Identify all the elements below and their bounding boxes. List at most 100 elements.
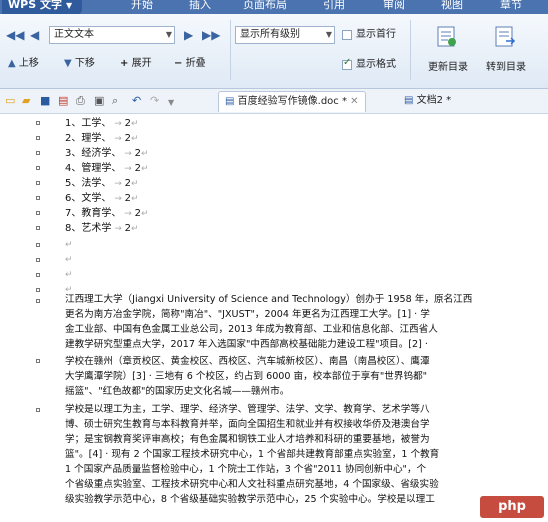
plus-icon: + [120,58,129,69]
paragraph-mark-icon: ↵ [141,164,149,174]
redo-icon[interactable]: ↷ [150,94,159,107]
list-item: 5、法学、 → 2↵ [0,176,548,191]
tab-doc-1[interactable]: ▤ 百度经验写作镜像.doc * ✕ [218,91,366,112]
paragraph-line: 篮"。[4] · 现有 2 个国家工程技术研究中心，1 个省部共建教育部重点实验… [65,449,440,460]
bullet-icon [36,166,40,170]
menu-tab-0[interactable]: 开始 [131,0,153,13]
list-item: 8、艺术学 → 2↵ [0,221,548,236]
list-item-label: 5、法学、 [65,178,112,189]
document-area[interactable]: 1、工学、 → 2↵ 2、理学、 → 2↵ 3、经济学、 → 2↵ 4、管理学、… [0,114,548,522]
menu-tab-1[interactable]: 插入 [189,0,211,13]
paragraph-mark-icon: ↵ [65,270,73,280]
paragraph-line: 1 个国家产品质量监督检验中心，1 个院士工作站，3 个省"2011 协同创新中… [65,464,427,475]
goto-toc-button[interactable]: 转到目录 [478,20,534,82]
paragraph-line: 学；是宝钢教育奖评审高校；有色金属和钢铁工业人才培养和科研的重要基地，被誉为 [65,434,430,445]
print-icon[interactable]: ⎙ [76,94,85,107]
list-item: 3、经济学、 → 2↵ [0,146,548,161]
new-doc-icon[interactable]: ▭ [5,94,15,107]
bullet-icon [36,121,40,125]
list-item: 7、教育学、 → 2↵ [0,206,548,221]
list-item-label: 1、工学、 [65,118,112,129]
show-format-label: 显示格式 [356,59,396,70]
list-item-label: 6、文学、 [65,193,112,204]
bullet-icon [36,408,40,412]
bullet-icon [36,359,40,363]
menu-tab-3[interactable]: 引用 [323,0,345,13]
menu-tab-5[interactable]: 视图 [441,0,463,13]
arrow-right-icon[interactable]: ▶ [184,29,193,41]
level-combo-value: 显示所有级别 [240,29,300,40]
menu-tab-6[interactable]: 章节 [500,0,522,13]
paragraph-mark-icon: ↵ [131,194,139,204]
paragraph-line: 博、硕士研究生教育与本科教育并举，面向全国招生和就业并有权接收华侨及港澳台学 [65,419,430,430]
demote-button[interactable]: ▼ 下移 [64,58,95,70]
collapse-button[interactable]: − 折叠 [174,58,206,70]
expand-button[interactable]: + 展开 [120,58,152,70]
paragraph-line: 学校在赣州（章贡校区、黄金校区、西校区、汽车城新校区）、南昌（南昌校区）、鹰潭 [65,356,430,367]
bullet-icon [36,151,40,155]
export-pdf-icon[interactable]: ▤ [58,94,68,107]
word-doc-icon: ▤ [225,96,235,107]
chevron-down-icon: ▼ [65,1,73,10]
ribbon-outline: ◀◀ ◀ 正文文本 ▼ ▶ ▶▶ ▲ 上移 ▼ 下移 + 展开 − 折叠 显示所… [0,14,548,89]
minus-icon: − [174,58,183,69]
tab-doc-2-label: 文档2 * [416,95,452,106]
list-item-text: 2、理学、 → 2↵ [65,131,139,147]
paragraph-mark-icon: ↵ [141,149,149,159]
paragraph-mark-icon: ↵ [131,224,139,234]
list-item-text: 6、文学、 → 2↵ [65,191,139,207]
goto-toc-icon [495,26,516,47]
menu-tab-4[interactable]: 审阅 [383,0,405,13]
tab-arrow-icon: → [121,149,135,159]
list-item-text: 5、法学、 → 2↵ [65,176,139,192]
tab-doc-2[interactable]: ▤ 文档2 * [404,91,451,111]
arrow-left-icon[interactable]: ◀ [30,29,39,41]
open-folder-icon[interactable]: ▰ [22,94,30,107]
bullet-icon [36,243,40,247]
watermark-logo: php [480,496,544,518]
empty-line: ↵ [0,253,548,268]
bullet-icon [36,196,40,200]
bullet-icon [36,211,40,215]
undo-icon[interactable]: ↶ [132,94,141,107]
bullet-icon [36,273,40,277]
arrow-down-icon: ▼ [64,58,72,69]
print-preview-icon[interactable]: ▣ [94,94,104,107]
tab-arrow-icon: → [111,134,125,144]
paragraph-mark-icon: ↵ [141,209,149,219]
paragraph-mark-icon: ↵ [131,179,139,189]
list-item-text: 3、经济学、 → 2↵ [65,146,149,162]
empty-line: ↵ [0,268,548,283]
list-item: 1、工学、 → 2↵ [0,116,548,131]
update-toc-button[interactable]: 更新目录 [420,20,476,82]
paragraph-mark-icon: ↵ [131,119,139,129]
format-painter-icon[interactable]: ⌕ [112,94,118,107]
tab-arrow-icon: → [111,194,125,204]
paragraph-line: 学校是以理工为主，工学、理学、经济学、管理学、法学、文学、教育学、艺术学等八 [65,404,430,415]
level-combo[interactable]: 显示所有级别 ▼ [235,26,335,44]
paragraph-line: 更名为南方冶金学院，简称"南冶"、"JXUST"，2004 年更名为江西理工大学… [65,309,430,320]
app-menu-button[interactable]: WPS 文字 ▼ [2,0,83,14]
promote-button[interactable]: ▲ 上移 [8,58,39,70]
save-icon[interactable]: ■ [40,94,50,107]
paragraph-line: 级实验教学示范中心，8 个省级基础实验教学示范中心，25 个实验中心。学校是以理… [65,494,435,505]
chevron-down-icon: ▼ [325,30,332,39]
list-item-text: 1、工学、 → 2↵ [65,116,139,132]
close-icon[interactable]: ✕ [350,96,358,107]
arrow-left-double-icon[interactable]: ◀◀ [6,29,24,41]
arrow-right-double-icon[interactable]: ▶▶ [202,29,220,41]
update-toc-icon [437,26,456,47]
style-combo[interactable]: 正文文本 ▼ [49,26,175,44]
list-item: 6、文学、 → 2↵ [0,191,548,206]
list-item: 4、管理学、 → 2↵ [0,161,548,176]
show-first-line-checkbox[interactable] [342,30,352,40]
list-item-label: 3、经济学、 [65,148,122,159]
list-item-label: 8、艺术学 [65,223,112,234]
paragraph-mark-icon: ↵ [65,240,73,250]
tab-arrow-icon: → [111,179,125,189]
chevron-down-icon[interactable]: ▼ [168,96,174,109]
menu-tab-2[interactable]: 页面布局 [243,0,287,13]
show-format-checkbox[interactable] [342,57,352,70]
bullet-icon [36,299,40,303]
tab-arrow-icon: → [111,119,125,129]
